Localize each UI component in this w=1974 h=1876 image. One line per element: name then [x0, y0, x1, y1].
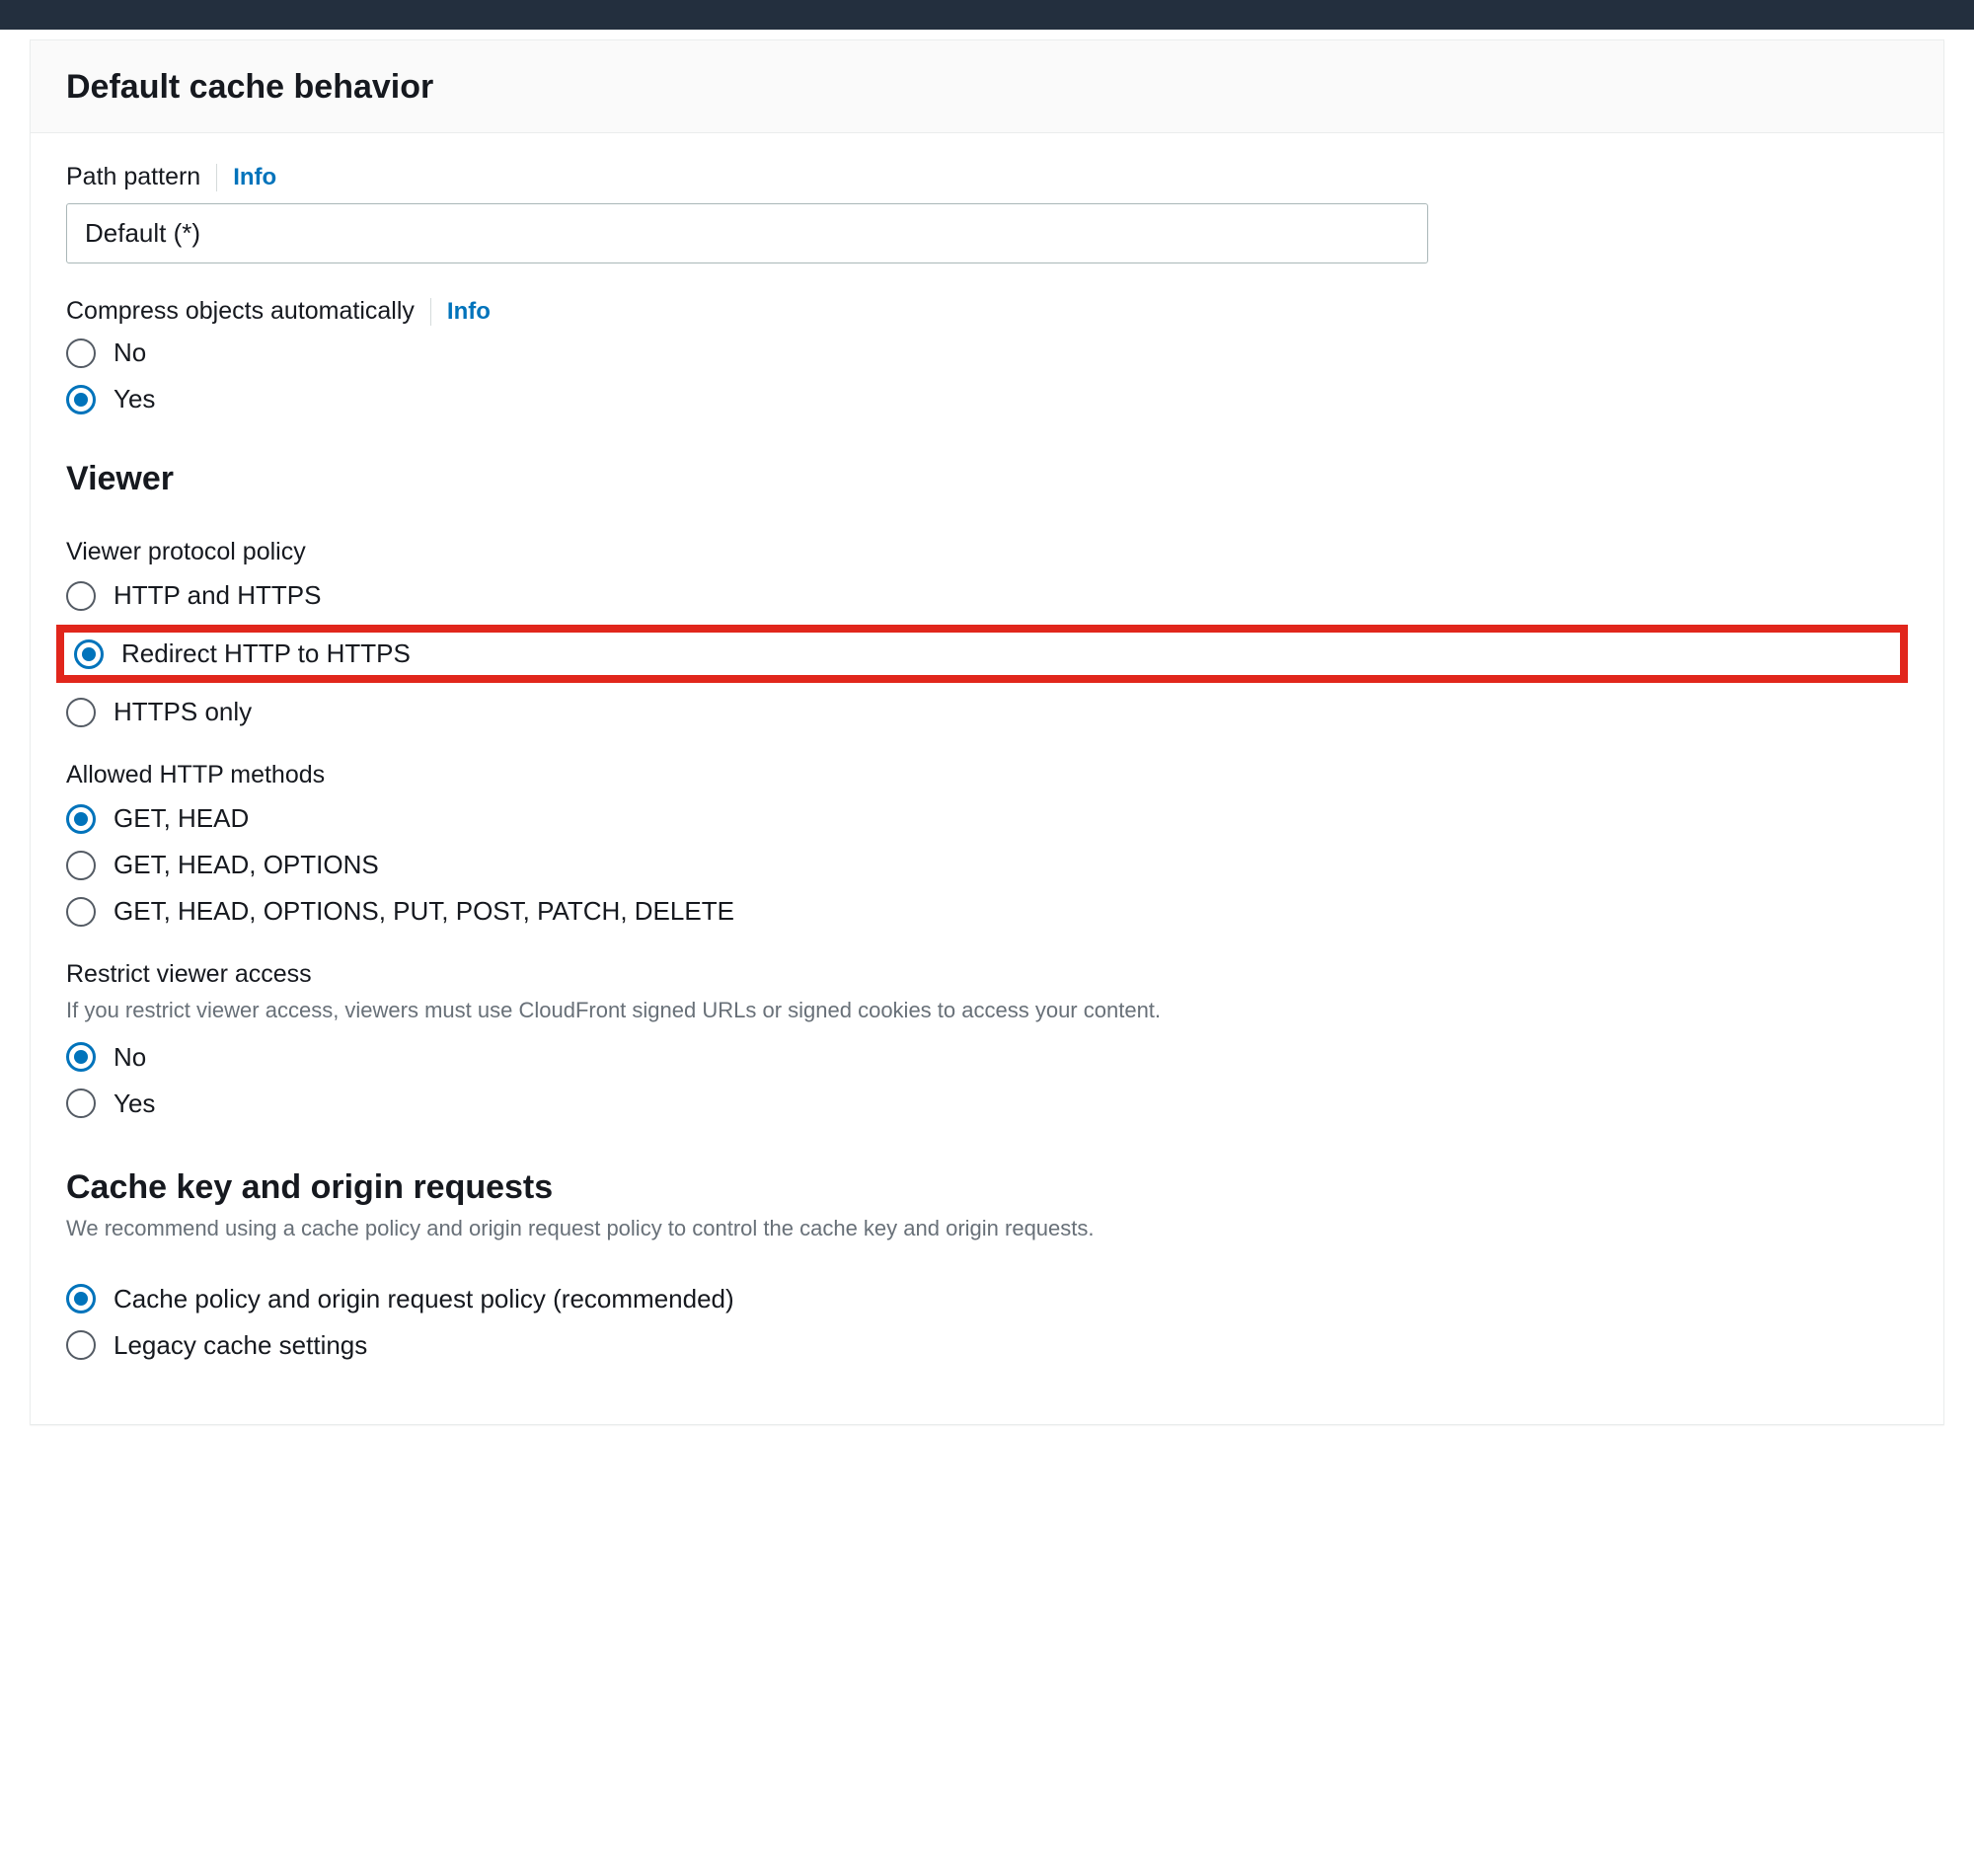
- radio-icon: [66, 1330, 96, 1360]
- cache-key-option-policy[interactable]: Cache policy and origin request policy (…: [66, 1284, 1908, 1314]
- radio-icon: [66, 338, 96, 368]
- viewer-protocol-option-httpsonly[interactable]: HTTPS only: [66, 697, 1908, 727]
- allowed-methods-option-gethead[interactable]: GET, HEAD: [66, 803, 1908, 834]
- cache-key-heading: Cache key and origin requests: [66, 1168, 1908, 1207]
- allowed-methods-field: Allowed HTTP methods GET, HEAD GET, HEAD…: [66, 761, 1908, 927]
- compress-option-no[interactable]: No: [66, 338, 1908, 368]
- divider: [216, 164, 217, 191]
- radio-label: No: [114, 338, 146, 368]
- compress-option-yes[interactable]: Yes: [66, 384, 1908, 414]
- restrict-access-field: Restrict viewer access If you restrict v…: [66, 960, 1908, 1119]
- restrict-access-option-no[interactable]: No: [66, 1042, 1908, 1073]
- compress-info-link[interactable]: Info: [447, 298, 491, 326]
- allowed-methods-label: Allowed HTTP methods: [66, 761, 1908, 789]
- radio-icon: [66, 1088, 96, 1118]
- restrict-access-option-yes[interactable]: Yes: [66, 1088, 1908, 1119]
- top-nav-bar: [0, 0, 1974, 30]
- restrict-access-label: Restrict viewer access: [66, 960, 1908, 989]
- card-header: Default cache behavior: [31, 40, 1943, 133]
- radio-label: Cache policy and origin request policy (…: [114, 1284, 734, 1314]
- allowed-methods-option-getheadoptions[interactable]: GET, HEAD, OPTIONS: [66, 850, 1908, 880]
- cache-key-mode-field: Cache policy and origin request policy (…: [66, 1284, 1908, 1361]
- radio-icon: [66, 581, 96, 611]
- card-title: Default cache behavior: [66, 68, 1908, 107]
- radio-icon: [66, 851, 96, 880]
- radio-label: Legacy cache settings: [114, 1330, 367, 1361]
- viewer-heading: Viewer: [66, 460, 1908, 498]
- viewer-protocol-option-both[interactable]: HTTP and HTTPS: [66, 580, 1908, 611]
- radio-label: GET, HEAD, OPTIONS: [114, 850, 379, 880]
- radio-label: GET, HEAD: [114, 803, 249, 834]
- restrict-access-help: If you restrict viewer access, viewers m…: [66, 995, 1908, 1026]
- radio-label: GET, HEAD, OPTIONS, PUT, POST, PATCH, DE…: [114, 896, 734, 927]
- path-pattern-info-link[interactable]: Info: [233, 164, 276, 191]
- highlighted-option: Redirect HTTP to HTTPS: [56, 625, 1908, 683]
- radio-label: Yes: [114, 1088, 155, 1119]
- radio-label: HTTP and HTTPS: [114, 580, 321, 611]
- radio-icon: [66, 804, 96, 834]
- radio-label: Redirect HTTP to HTTPS: [121, 638, 411, 669]
- radio-label: HTTPS only: [114, 697, 252, 727]
- viewer-protocol-label: Viewer protocol policy: [66, 538, 1908, 566]
- path-pattern-label: Path pattern: [66, 163, 200, 191]
- radio-icon: [66, 385, 96, 414]
- radio-icon: [66, 1284, 96, 1313]
- cache-key-option-legacy[interactable]: Legacy cache settings: [66, 1330, 1908, 1361]
- radio-icon: [66, 1042, 96, 1072]
- divider: [430, 298, 431, 326]
- radio-icon: [74, 639, 104, 669]
- compress-label: Compress objects automatically: [66, 297, 415, 326]
- default-cache-behavior-card: Default cache behavior Path pattern Info…: [30, 39, 1944, 1425]
- allowed-methods-option-all[interactable]: GET, HEAD, OPTIONS, PUT, POST, PATCH, DE…: [66, 896, 1908, 927]
- viewer-protocol-option-redirect[interactable]: Redirect HTTP to HTTPS: [64, 638, 411, 669]
- radio-icon: [66, 698, 96, 727]
- cache-key-help: We recommend using a cache policy and or…: [66, 1213, 1908, 1244]
- viewer-protocol-field: Viewer protocol policy HTTP and HTTPS Re…: [66, 538, 1908, 727]
- compress-field: Compress objects automatically Info No Y…: [66, 297, 1908, 414]
- radio-icon: [66, 897, 96, 927]
- path-pattern-field: Path pattern Info: [66, 163, 1908, 263]
- radio-label: Yes: [114, 384, 155, 414]
- path-pattern-input[interactable]: [66, 203, 1428, 263]
- radio-label: No: [114, 1042, 146, 1073]
